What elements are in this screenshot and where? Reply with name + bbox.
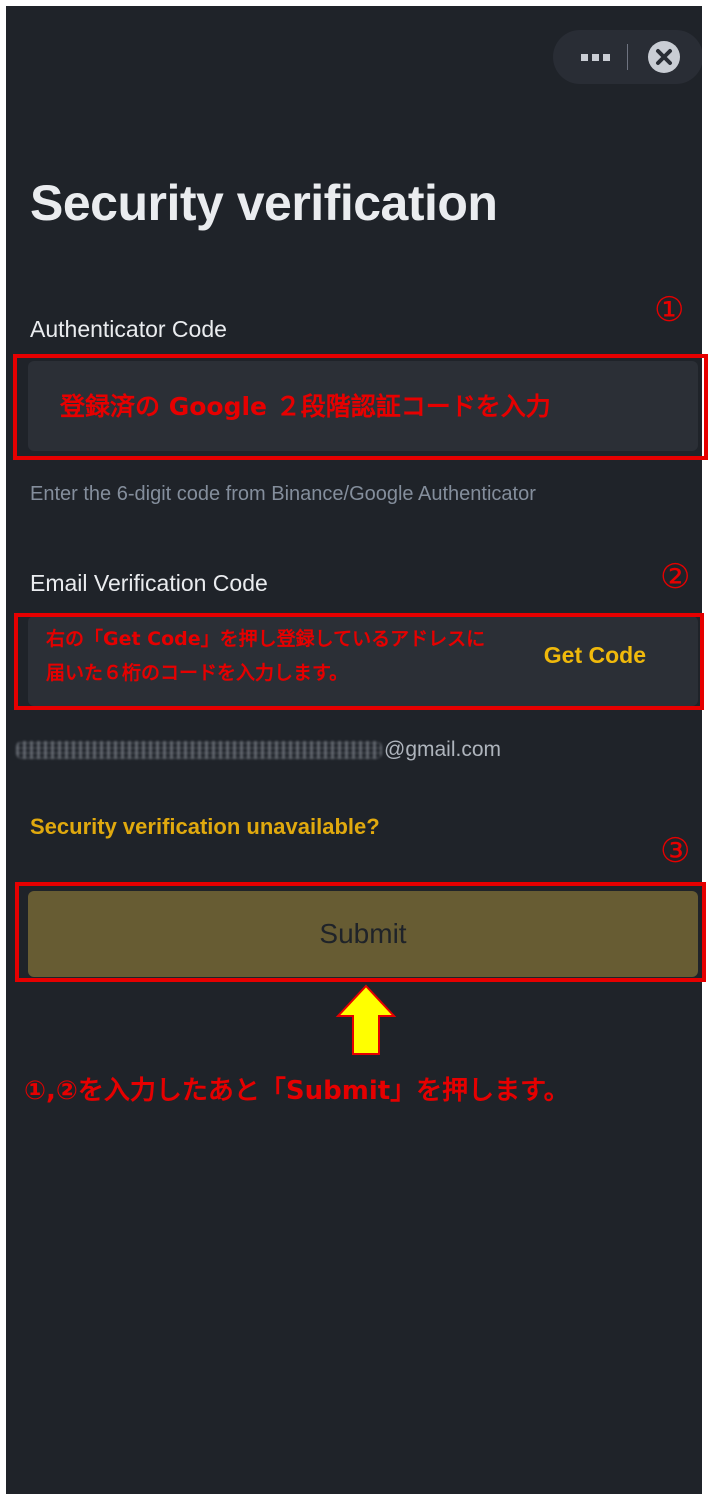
annotation-note-email-line1: 右の「Get Code」を押し登録しているアドレスに (46, 628, 486, 650)
annotation-box-submit (15, 882, 706, 982)
dot (602, 53, 610, 61)
email-address: @gmail.com (16, 737, 501, 763)
close-circle-icon[interactable] (648, 41, 680, 73)
annotation-note-authenticator: 登録済の Google ２段階認証コードを入力 (60, 392, 551, 421)
annotation-marker-3: ③ (660, 831, 691, 871)
annotation-marker-1: ① (654, 290, 685, 330)
authenticator-code-label: Authenticator Code (30, 316, 227, 342)
more-dots-icon[interactable] (575, 30, 615, 84)
mini-program-capsule (553, 30, 702, 84)
authenticator-hint: Enter the 6-digit code from Binance/Goog… (30, 483, 536, 505)
annotation-note-bottom: ①,②を入力したあと「Submit」を押します。 (24, 1076, 570, 1106)
dot (591, 53, 599, 61)
up-arrow-icon (335, 983, 397, 1062)
annotation-marker-2: ② (660, 557, 691, 597)
dot (580, 53, 588, 61)
app-screen: Security verification Authenticator Code… (6, 6, 702, 1494)
annotation-note-email-line2: 届いた６桁のコードを入力します。 (46, 662, 349, 684)
email-domain: @gmail.com (384, 738, 502, 761)
email-verification-code-label: Email Verification Code (30, 570, 268, 596)
page-title: Security verification (30, 175, 498, 231)
security-verification-unavailable-link[interactable]: Security verification unavailable? (30, 814, 380, 840)
capsule-divider (627, 44, 628, 70)
blurred-email-local-part (16, 741, 382, 759)
